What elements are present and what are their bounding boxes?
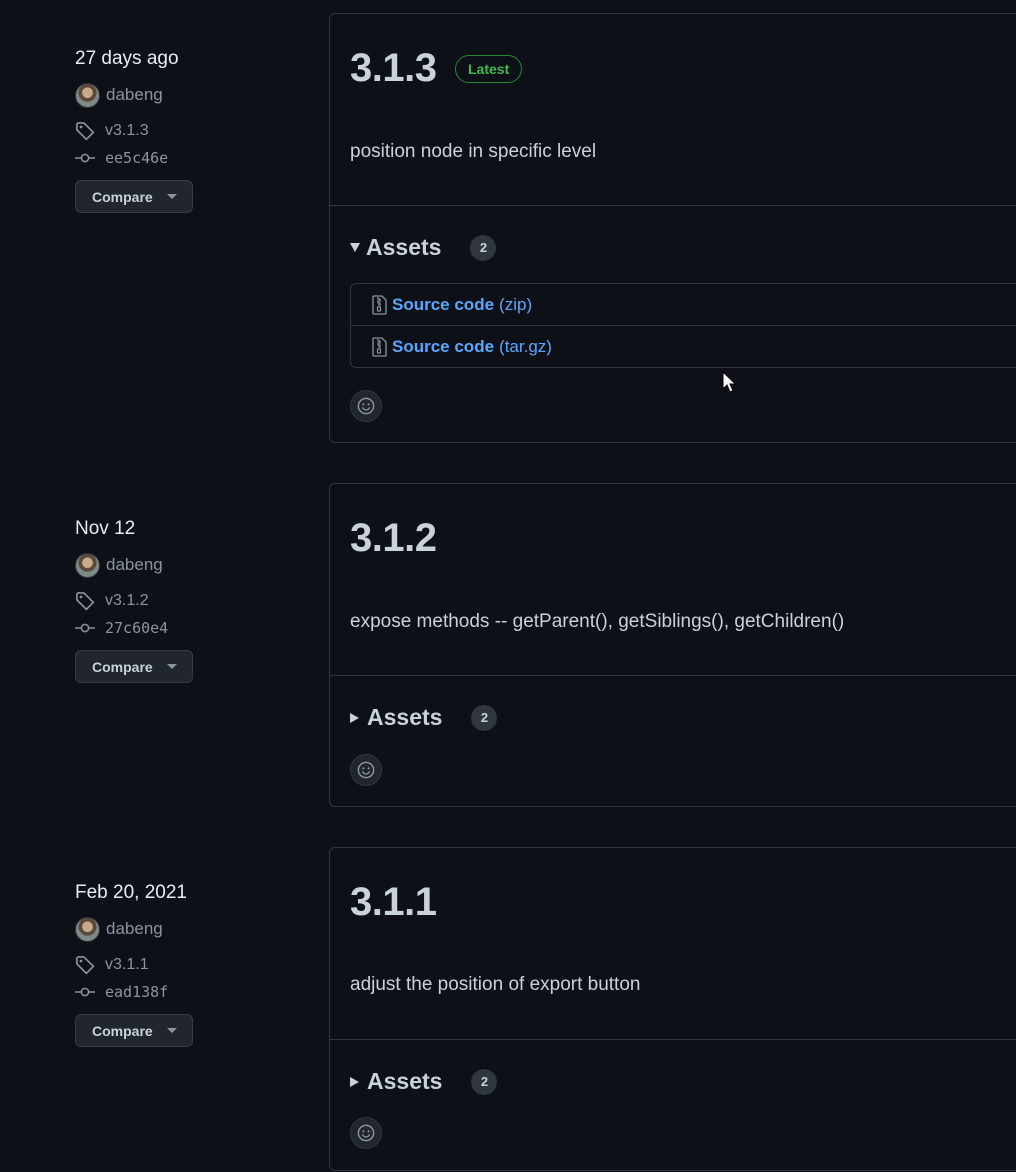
asset-ext[interactable]: (zip) [499,295,532,315]
releases-page: 27 days ago dabeng v3.1.3 ee5c46e Compar… [0,0,1016,1172]
smiley-icon [357,397,375,415]
release-author[interactable]: dabeng [75,916,305,942]
release-commit[interactable]: ead138f [75,982,305,1002]
chevron-down-icon [166,194,177,199]
tag-label[interactable]: v3.1.3 [105,122,149,140]
git-commit-icon [75,987,95,997]
divider [330,675,1016,676]
release-card: 3.1.2 expose methods -- getParent(), get… [329,483,1016,807]
assets-title: Assets [366,234,442,260]
compare-label: Compare [92,658,153,675]
list-item[interactable]: Source code (tar.gz) [351,325,1016,367]
commit-sha[interactable]: ead138f [105,983,168,1001]
release-author[interactable]: dabeng [75,552,305,578]
smiley-icon [357,1124,375,1142]
assets-toggle[interactable]: Assets 2 [350,234,497,261]
release-meta: Nov 12 dabeng v3.1.2 27c60e4 Compare [75,516,305,683]
release-description: adjust the position of export button [350,974,641,995]
tag-label[interactable]: v3.1.1 [105,956,149,974]
compare-button[interactable]: Compare [75,1014,193,1047]
chevron-down-icon [166,1028,177,1033]
release-version[interactable]: 3.1.1 [350,879,437,925]
chevron-down-icon [166,664,177,669]
file-zip-icon [372,336,387,357]
release-author[interactable]: dabeng [75,82,305,108]
tag-icon [76,122,95,141]
tag-icon [76,956,95,975]
tag-label[interactable]: v3.1.2 [105,592,149,610]
add-reaction-button[interactable] [350,754,382,786]
add-reaction-button[interactable] [350,1117,382,1149]
release-version[interactable]: 3.1.3 [350,45,437,91]
release-tag[interactable]: v3.1.3 [75,120,305,142]
commit-sha[interactable]: ee5c46e [105,149,168,167]
release-date: Feb 20, 2021 [75,882,187,903]
compare-label: Compare [92,1022,153,1039]
compare-label: Compare [92,188,153,205]
divider [330,205,1016,206]
release-commit[interactable]: 27c60e4 [75,618,305,638]
add-reaction-button[interactable] [350,390,382,422]
release-card: 3.1.3 Latest position node in specific l… [329,13,1016,443]
release-date: Nov 12 [75,518,136,539]
asset-link[interactable]: Source code [392,337,494,357]
assets-title: Assets [367,704,443,730]
assets-count-badge: 2 [470,234,497,261]
assets-toggle[interactable]: Assets 2 [350,704,498,731]
author-name[interactable]: dabeng [106,919,163,939]
triangle-right-icon [350,712,359,723]
release-date: 27 days ago [75,48,179,69]
release-tag[interactable]: v3.1.2 [75,590,305,612]
release-description: position node in specific level [350,141,597,162]
smiley-icon [357,761,375,779]
mouse-cursor-icon [722,371,736,393]
file-zip-icon [372,294,387,315]
author-name[interactable]: dabeng [106,555,163,575]
release-meta: Feb 20, 2021 dabeng v3.1.1 ead138f Compa… [75,880,305,1047]
asset-link[interactable]: Source code [392,295,494,315]
assets-toggle[interactable]: Assets 2 [350,1068,498,1095]
asset-ext[interactable]: (tar.gz) [499,337,552,357]
tag-icon [76,592,95,611]
avatar[interactable] [75,82,100,108]
release-meta: 27 days ago dabeng v3.1.3 ee5c46e Compar… [75,46,305,213]
release-description: expose methods -- getParent(), getSiblin… [350,611,845,632]
avatar[interactable] [75,916,100,942]
assets-title: Assets [367,1068,443,1094]
divider [330,1039,1016,1040]
list-item[interactable]: Source code (zip) [351,284,1016,325]
triangle-right-icon [350,1076,359,1087]
commit-sha[interactable]: 27c60e4 [105,619,168,637]
author-name[interactable]: dabeng [106,85,163,105]
git-commit-icon [75,153,95,163]
assets-count-badge: 2 [471,704,498,731]
compare-button[interactable]: Compare [75,650,193,683]
git-commit-icon [75,623,95,633]
release-tag[interactable]: v3.1.1 [75,954,305,976]
avatar[interactable] [75,552,100,578]
compare-button[interactable]: Compare [75,180,193,213]
asset-list: Source code (zip) Source code (tar.gz) [350,283,1016,368]
release-commit[interactable]: ee5c46e [75,148,305,168]
latest-badge: Latest [455,55,523,83]
triangle-down-icon [350,243,360,252]
assets-count-badge: 2 [471,1068,498,1095]
release-card: 3.1.1 adjust the position of export butt… [329,847,1016,1171]
release-version[interactable]: 3.1.2 [350,515,437,561]
